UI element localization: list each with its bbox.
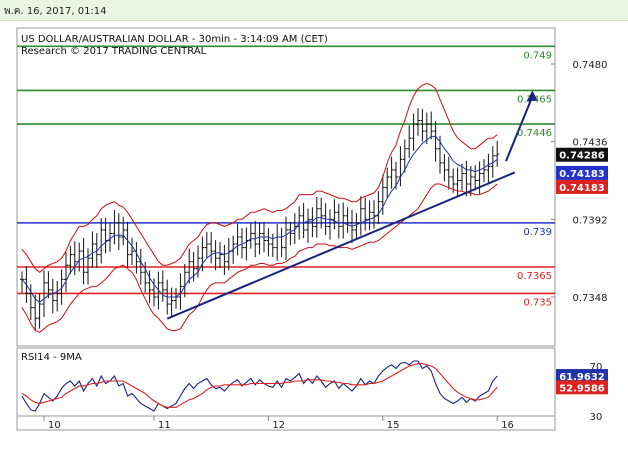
x-tick-label: 16 [501, 420, 514, 431]
x-tick-label: 15 [387, 420, 400, 431]
forex-chart: 0.7490.74650.74460.7390.73650.735 0.7480… [16, 27, 608, 431]
price-panel [16, 27, 556, 347]
level-label: 0.749 [523, 50, 552, 61]
y-tick-label: 0.7480 [573, 60, 608, 71]
x-tick-label: 10 [48, 420, 61, 431]
level-label: 0.739 [523, 227, 552, 238]
rsi-ma-value-tag: 52.9586 [559, 383, 605, 394]
chart-subtitle: Research © 2017 TRADING CENTRAL [21, 46, 207, 57]
rsi-tick-label: 30 [590, 412, 603, 423]
time-axis [16, 415, 556, 431]
y-tick-label: 0.7436 [573, 138, 608, 149]
chart-title: US DOLLAR/AUSTRALIAN DOLLAR - 30min - 3:… [21, 34, 328, 45]
last-price-tag: 0.74286 [559, 151, 605, 162]
ma-price-tag: 0.74183 [559, 169, 605, 180]
level-label: 0.7365 [517, 271, 552, 282]
rsi-title: RSI14 - 9MA [21, 352, 82, 363]
x-tick-label: 12 [272, 420, 285, 431]
x-tick-label: 11 [158, 420, 171, 431]
band-price-tag: 0.74183 [559, 183, 605, 194]
y-tick-label: 0.7348 [573, 293, 608, 304]
level-label: 0.7446 [517, 128, 552, 139]
level-label: 0.735 [523, 297, 552, 308]
y-tick-label: 0.7392 [573, 215, 608, 226]
